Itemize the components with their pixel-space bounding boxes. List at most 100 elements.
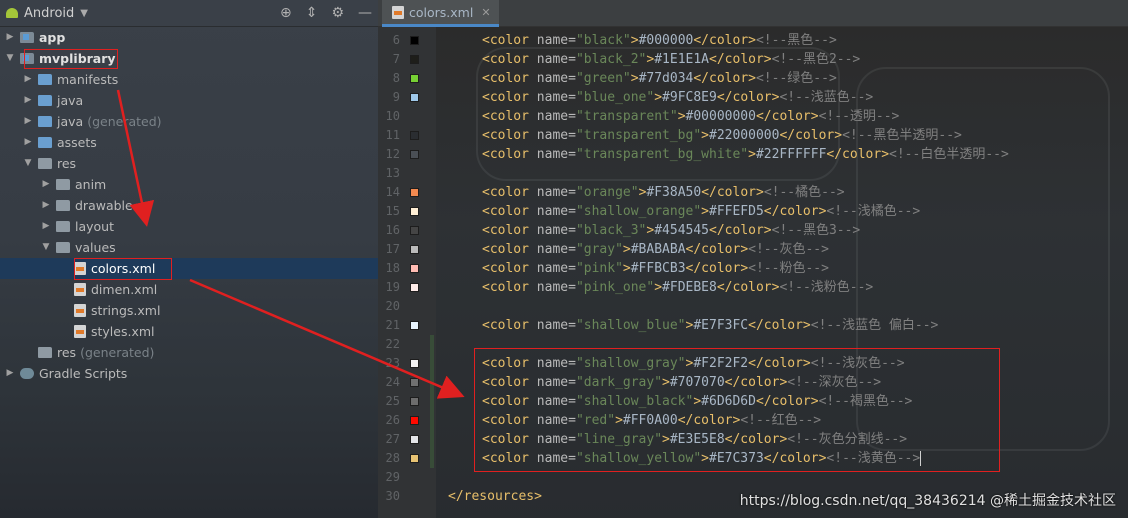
code-line[interactable]: 18 <color name="pink">#FFBCB3</color><!--… xyxy=(378,259,1128,278)
color-swatch-icon[interactable] xyxy=(410,321,419,330)
color-hex-value: #FDEBE8 xyxy=(662,280,717,295)
tree-item-layout[interactable]: ▶ layout xyxy=(0,216,378,237)
tree-item-app[interactable]: ▶ app xyxy=(0,27,378,48)
color-swatch-icon[interactable] xyxy=(410,435,419,444)
code-line[interactable]: 12 <color name="transparent_bg_white">#22… xyxy=(378,145,1128,164)
collapsed-arrow-icon[interactable]: ▶ xyxy=(22,90,34,111)
collapsed-arrow-icon[interactable]: ▶ xyxy=(40,216,52,237)
color-swatch-icon[interactable] xyxy=(410,397,419,406)
tab-colors-xml[interactable]: colors.xml ✕ xyxy=(382,0,499,27)
color-swatch-icon[interactable] xyxy=(410,378,419,387)
collapsed-arrow-icon[interactable]: ▶ xyxy=(4,363,16,384)
line-number: 12 xyxy=(385,147,400,161)
code-line[interactable]: 7 <color name="black_2">#1E1E1A</color><!… xyxy=(378,50,1128,69)
expanded-arrow-icon[interactable]: ▼ xyxy=(22,153,34,174)
color-swatch-icon[interactable] xyxy=(410,36,419,45)
code-line[interactable]: 10 <color name="transparent">#00000000</c… xyxy=(378,107,1128,126)
xml-token: </color> xyxy=(748,318,811,333)
code-line[interactable]: 9 <color name="blue_one">#9FC8E9</color><… xyxy=(378,88,1128,107)
color-name-value: "pink" xyxy=(575,261,623,276)
tree-item-anim[interactable]: ▶ anim xyxy=(0,174,378,195)
tree-item-assets[interactable]: ▶ assets xyxy=(0,132,378,153)
color-swatch-icon[interactable] xyxy=(410,226,419,235)
color-swatch-icon[interactable] xyxy=(410,74,419,83)
collapsed-arrow-icon[interactable]: ▶ xyxy=(40,195,52,216)
tree-item-label: res xyxy=(57,345,77,360)
color-swatch-icon[interactable] xyxy=(410,150,419,159)
code-line[interactable]: 14 <color name="orange">#F38A50</color><!… xyxy=(378,183,1128,202)
tree-item-values[interactable]: ▼ values xyxy=(0,237,378,258)
android-icon xyxy=(6,8,18,18)
code-line[interactable]: 6 <color name="black">#000000</color><!--… xyxy=(378,31,1128,50)
tree-item-java[interactable]: ▶ java xyxy=(0,90,378,111)
line-number: 25 xyxy=(385,394,400,408)
collapsed-arrow-icon[interactable]: ▶ xyxy=(40,174,52,195)
color-hex-value: #9FC8E9 xyxy=(662,90,717,105)
code-line[interactable]: 11 <color name="transparent_bg">#22000000… xyxy=(378,126,1128,145)
folder-icon xyxy=(38,116,52,127)
xml-token: <color xyxy=(482,128,537,143)
code-line[interactable]: 20 xyxy=(378,297,1128,316)
tree-item-gradle-scripts[interactable]: ▶ Gradle Scripts xyxy=(0,363,378,384)
xml-token: </color> xyxy=(763,204,827,219)
locate-icon[interactable]: ⊕ xyxy=(280,6,292,20)
collapsed-arrow-icon[interactable]: ▶ xyxy=(22,132,34,153)
xml-token: name= xyxy=(536,223,576,238)
color-swatch-icon[interactable] xyxy=(410,283,419,292)
code-line[interactable]: 16 <color name="black_3">#454545</color><… xyxy=(378,221,1128,240)
color-swatch-icon[interactable] xyxy=(410,207,419,216)
xml-token: <color xyxy=(482,204,537,219)
xml-token: <color xyxy=(482,33,537,48)
gear-icon[interactable]: ⚙ xyxy=(331,6,344,20)
xml-token: name= xyxy=(536,318,576,333)
line-number: 22 xyxy=(385,337,400,351)
color-swatch-icon[interactable] xyxy=(410,188,419,197)
color-swatch-icon[interactable] xyxy=(410,93,419,102)
xml-file-icon xyxy=(74,283,86,296)
collapsed-arrow-icon[interactable]: ▶ xyxy=(4,27,16,48)
collapse-icon[interactable]: ⇕ xyxy=(306,6,318,20)
tree-item-res[interactable]: res (generated) xyxy=(0,342,378,363)
color-name-value: "transparent_bg" xyxy=(575,128,702,143)
color-hex-value: #454545 xyxy=(654,223,710,238)
code-line[interactable]: 21 <color name="shallow_blue">#E7F3FC</co… xyxy=(378,316,1128,335)
color-name-value: "black" xyxy=(575,33,631,48)
code-comment: <!--白色半透明--> xyxy=(889,147,1009,162)
close-icon[interactable]: ✕ xyxy=(481,6,490,19)
code-line[interactable]: 15 <color name="shallow_orange">#FFEFD5</… xyxy=(378,202,1128,221)
tree-item-res[interactable]: ▼ res xyxy=(0,153,378,174)
xml-token: </color> xyxy=(709,223,772,238)
color-swatch-icon[interactable] xyxy=(410,416,419,425)
color-swatch-icon[interactable] xyxy=(410,245,419,254)
code-line[interactable]: 19 <color name="pink_one">#FDEBE8</color>… xyxy=(378,278,1128,297)
tree-item-styles-xml[interactable]: styles.xml xyxy=(0,321,378,342)
tree-item-colors-xml[interactable]: colors.xml xyxy=(0,258,378,279)
hide-icon[interactable]: — xyxy=(358,6,372,20)
color-swatch-icon[interactable] xyxy=(410,454,419,463)
chevron-down-icon[interactable]: ▼ xyxy=(80,8,88,19)
closing-tag: </resources> xyxy=(448,489,542,504)
color-hex-value: #E7F3FC xyxy=(693,318,749,333)
code-line[interactable]: 13 xyxy=(378,164,1128,183)
collapsed-arrow-icon[interactable]: ▶ xyxy=(22,69,34,90)
project-view-selector[interactable]: Android xyxy=(24,6,74,21)
line-number: 17 xyxy=(385,242,400,256)
tree-item-java[interactable]: ▶ java (generated) xyxy=(0,111,378,132)
xml-file-icon xyxy=(74,304,86,317)
color-swatch-icon[interactable] xyxy=(410,55,419,64)
tree-item-strings-xml[interactable]: strings.xml xyxy=(0,300,378,321)
color-swatch-icon[interactable] xyxy=(410,359,419,368)
tree-item-drawable[interactable]: ▶ drawable xyxy=(0,195,378,216)
code-line[interactable]: 8 <color name="green">#77d034</color><!--… xyxy=(378,69,1128,88)
code-line[interactable]: 17 <color name="gray">#BABABA</color><!--… xyxy=(378,240,1128,259)
collapsed-arrow-icon[interactable]: ▶ xyxy=(22,111,34,132)
xml-token: name= xyxy=(536,109,576,124)
folder-icon xyxy=(56,221,70,232)
expanded-arrow-icon[interactable]: ▼ xyxy=(4,48,16,69)
tree-item-manifests[interactable]: ▶ manifests xyxy=(0,69,378,90)
tree-item-dimen-xml[interactable]: dimen.xml xyxy=(0,279,378,300)
color-swatch-icon[interactable] xyxy=(410,131,419,140)
color-swatch-icon[interactable] xyxy=(410,264,419,273)
expanded-arrow-icon[interactable]: ▼ xyxy=(40,237,52,258)
xml-token: <color xyxy=(482,318,537,333)
